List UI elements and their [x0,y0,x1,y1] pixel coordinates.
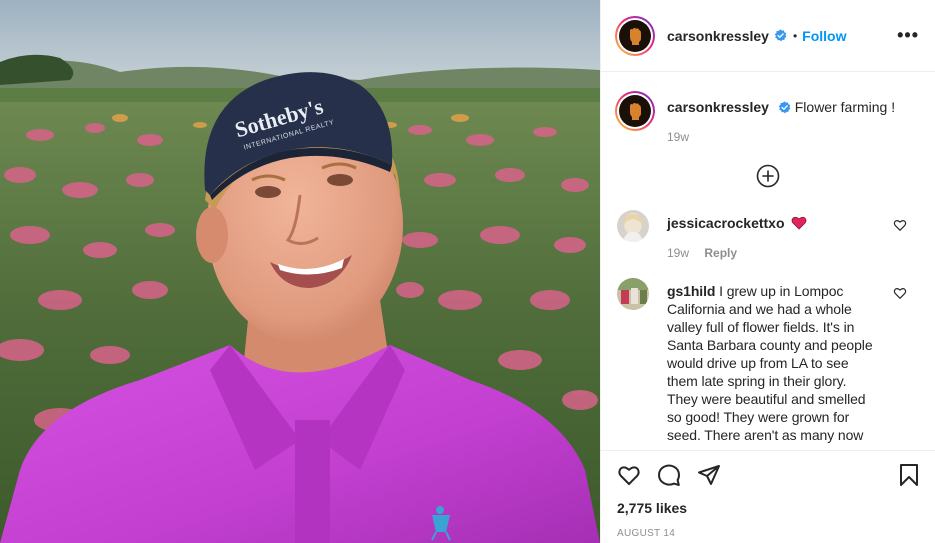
comment-icon[interactable] [657,463,681,487]
instagram-post: Sotheby's INTERNATIONAL REALTY carsonkre… [0,0,935,543]
post-photo[interactable]: Sotheby's INTERNATIONAL REALTY [0,0,600,543]
action-icons-row [601,451,935,499]
like-comment-heart-icon[interactable] [893,218,907,232]
raised-fist-icon [630,103,641,120]
selfie-image: Sotheby's INTERNATIONAL REALTY [0,0,600,543]
comment-username[interactable]: jessicacrockettxo [667,215,785,231]
follow-button[interactable]: Follow [802,28,846,44]
comments-list[interactable]: carsonkressley Flower farming ! 19w jess… [601,72,935,450]
paper-plane-icon[interactable] [697,463,721,487]
heart-emoji-icon [792,216,807,230]
caption-age: 19w [667,130,690,144]
caption-body: carsonkressley Flower farming ! 19w [667,91,895,144]
more-options-icon[interactable]: ••• [897,25,919,46]
post-actions: 2,775 likes AUGUST 14 [601,450,935,543]
comment-item: gs1hild I grew up in Lompoc California a… [601,278,935,444]
comment-button[interactable] [657,463,681,487]
heart-icon[interactable] [617,463,641,487]
bookmark-icon[interactable] [897,463,921,487]
caption-username[interactable]: carsonkressley [667,99,769,115]
comment-age: 19w [667,246,690,260]
verified-badge-icon [778,101,791,114]
caption-text-line: carsonkressley Flower farming ! [667,98,895,116]
load-more-comments [601,164,935,188]
author-username[interactable]: carsonkressley [667,28,769,44]
post-caption: carsonkressley Flower farming ! 19w [601,72,935,144]
share-button[interactable] [697,463,721,487]
plus-circle-icon[interactable] [756,164,780,188]
post-date: AUGUST 14 [617,528,676,539]
post-details-panel: carsonkressley • Follow ••• carsonkressl… [600,0,935,543]
caption-meta: 19w [667,130,895,144]
comment-item: jessicacrockettxo 19w Reply [601,210,935,260]
commenter-avatar[interactable] [617,210,649,242]
comment-text-line: gs1hild I grew up in Lompoc California a… [667,282,877,444]
post-header: carsonkressley • Follow ••• [601,0,935,72]
comment-text-line: jessicacrockettxo [667,214,877,232]
likes-count[interactable]: 2,775 likes [601,500,935,516]
raised-fist-icon [630,27,641,45]
comment-text: I grew up in Lompoc California and we ha… [667,283,873,443]
comment-username[interactable]: gs1hild [667,283,715,299]
like-button[interactable] [617,463,641,487]
author-avatar[interactable] [615,15,655,56]
like-comment-heart-icon[interactable] [893,286,907,300]
verified-badge-icon [774,29,787,42]
comment-meta: 19w Reply [667,246,877,260]
caption-avatar[interactable] [615,91,655,131]
caption-text: Flower farming ! [794,99,896,115]
save-button[interactable] [897,463,921,487]
header-separator: • [792,28,798,43]
comment-body: gs1hild I grew up in Lompoc California a… [667,278,877,444]
reply-button[interactable]: Reply [704,246,737,260]
comment-body: jessicacrockettxo 19w Reply [667,210,877,260]
commenter-avatar[interactable] [617,278,649,310]
